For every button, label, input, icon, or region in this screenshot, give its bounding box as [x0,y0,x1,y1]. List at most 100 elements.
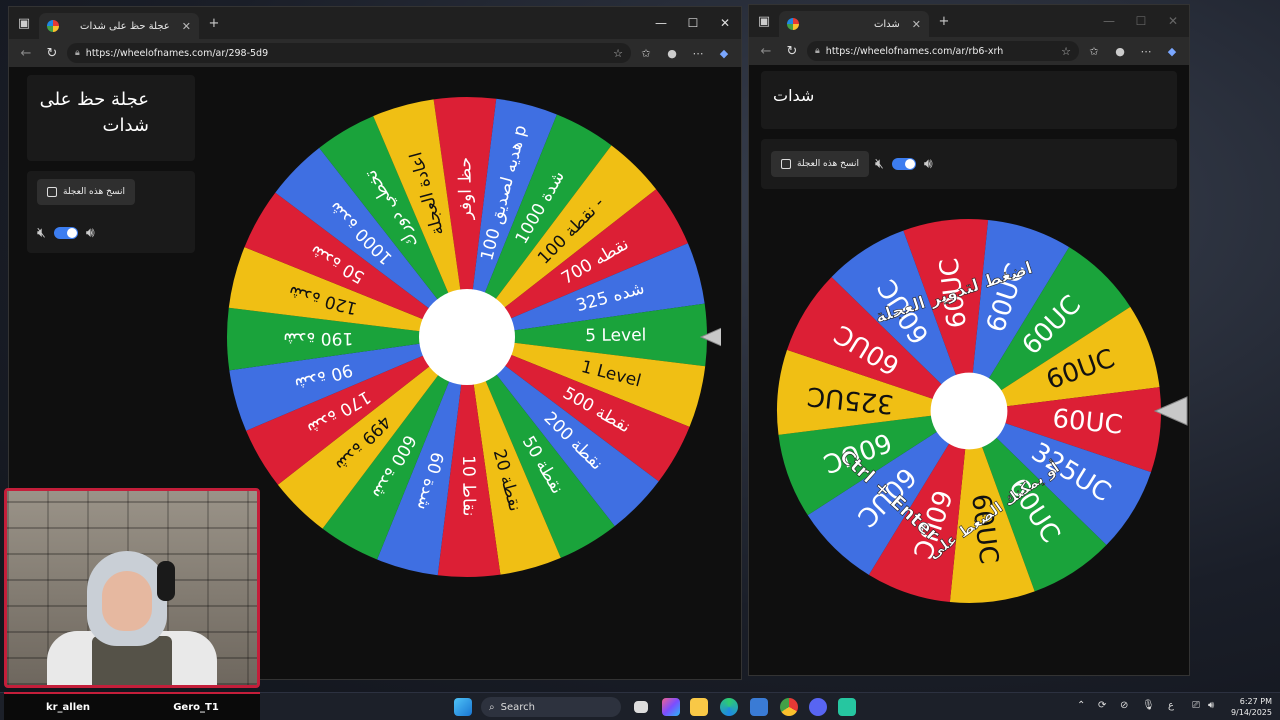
volume-icon[interactable]: 🔊︎ [924,156,933,172]
address-bar: ← ↻ 🔒︎ https://wheelofnames.com/ar/298-5… [9,39,741,67]
tray-volume-icon[interactable]: 🔊︎ [1208,700,1214,711]
favorites-icon[interactable]: ✩ [1083,45,1105,58]
sound-toggle[interactable] [891,158,916,170]
back-icon[interactable]: ← [15,46,37,61]
language-indicator[interactable]: ع [1168,700,1174,711]
minimize-icon[interactable]: — [1093,14,1125,28]
tab-active[interactable]: شدات ✕ [779,11,929,37]
back-icon[interactable]: ← [755,44,777,59]
wheel-title: شدات [773,86,815,105]
wheel-title: عجلة حظ على شدات [39,89,149,136]
new-tab-icon[interactable]: + [929,14,959,29]
copy-icon [781,159,791,169]
url-text: https://wheelofnames.com/ar/298-5d9 [85,47,269,59]
tray-chevron-icon[interactable]: ⌃ [1077,700,1085,711]
name-right: Gero_T1 [132,692,260,720]
tab-title: شدات [873,18,900,30]
maximize-icon[interactable]: ☐ [677,16,709,30]
edge-icon[interactable] [720,698,738,716]
favorite-star-icon[interactable]: ☆ [613,47,623,60]
wheel-slice-label: 5 Level [585,325,646,346]
tray-mic-icon[interactable]: 🎙︎ [1142,700,1155,711]
refresh-icon[interactable]: ↻ [781,44,803,59]
title-card: عجلة حظ على شدات [27,75,195,161]
search-icon: ⌕ [489,701,495,713]
menu-icon[interactable]: ⋯ [1135,45,1157,58]
favorite-star-icon[interactable]: ☆ [1061,45,1071,58]
wheel-left[interactable]: حظ اوفرهديه لصديق 100 p1000 شدةنقطة 100 … [221,91,721,591]
copilot-app-icon[interactable] [662,698,680,716]
clock-date: 9/14/2025 [1230,708,1272,717]
address-bar: ← ↻ 🔒︎ https://wheelofnames.com/ar/rb6-x… [749,37,1189,65]
clock-time: 6:27 PM [1239,697,1272,706]
copy-wheel-button[interactable]: انسخ هذه العجلة [37,179,135,205]
lock-icon: 🔒︎ [75,48,80,58]
wheel-center-button[interactable] [930,372,1008,450]
minimize-icon[interactable]: — [645,16,677,30]
sound-controls: 🔇︎ 🔊︎ [37,225,95,241]
title-bar: ▣ عجلة حظ على شدات ✕ + — ☐ ✕ [9,7,741,39]
app-icon[interactable] [838,698,856,716]
streamer-face [102,571,152,631]
title-bar: ▣ شدات ✕ + — ☐ ✕ [749,5,1189,37]
close-tab-icon[interactable]: ✕ [912,18,921,31]
maximize-icon[interactable]: ☐ [1125,14,1157,28]
sound-toggle[interactable] [53,227,78,239]
close-window-icon[interactable]: ✕ [709,16,741,30]
mute-icon[interactable]: 🔇︎ [37,225,46,241]
tray-app-icon[interactable]: ⟳ [1098,700,1106,711]
favorites-icon[interactable]: ✩ [635,47,657,60]
menu-icon[interactable]: ⋯ [687,47,709,60]
mute-icon[interactable]: 🔇︎ [875,156,884,172]
webcam-name-bar: kr_allen Gero_T1 [4,692,260,720]
wheel-center-button[interactable] [419,289,515,385]
sound-controls: 🔇︎ 🔊︎ [875,156,933,172]
url-field[interactable]: 🔒︎ https://wheelofnames.com/ar/298-5d9 ☆ [67,43,631,63]
page-content: شدات انسخ هذه العجلة 🔇︎ 🔊︎ 60UC 60UC 60UC 6… [749,65,1189,675]
profile-icon[interactable]: ● [1109,45,1131,58]
discord-icon[interactable] [809,698,827,716]
wheel-slice-label: حظ اوفر [455,157,476,221]
copy-icon [47,187,57,197]
new-tab-icon[interactable]: + [199,16,229,31]
title-card: شدات [761,71,1177,129]
copilot-icon[interactable]: ◆ [1161,45,1183,58]
tray-network-icon[interactable]: ⊘ [1120,700,1128,711]
copilot-icon[interactable]: ◆ [713,47,735,60]
search-label: Search [500,701,535,713]
tab-actions-icon[interactable]: ▣ [9,16,39,31]
close-window-icon[interactable]: ✕ [1157,14,1189,28]
volume-icon[interactable]: 🔊︎ [86,225,95,241]
tray-display-icon[interactable]: ⎚ [1192,700,1200,711]
favicon-icon [787,18,799,30]
wheel-right[interactable]: 60UC 60UC60UC60UC60UC325UC60UC60UC60UC60U… [769,211,1189,611]
close-tab-icon[interactable]: ✕ [182,20,191,33]
taskbar-search[interactable]: ⌕ Search [481,697,621,717]
store-icon[interactable] [750,698,768,716]
copy-wheel-button[interactable]: انسخ هذه العجلة [771,151,869,177]
tab-title: عجلة حظ على شدات [80,20,170,32]
url-field[interactable]: 🔒︎ https://wheelofnames.com/ar/rb6-xrh ☆ [807,41,1079,61]
headphone-icon [157,561,175,601]
name-left: kr_allen [4,692,132,720]
url-text: https://wheelofnames.com/ar/rb6-xrh [825,45,1004,57]
controls-card: انسخ هذه العجلة 🔇︎ 🔊︎ [761,139,1177,189]
tab-actions-icon[interactable]: ▣ [749,14,779,29]
copy-button-label: انسخ هذه العجلة [797,159,859,169]
refresh-icon[interactable]: ↻ [41,46,63,61]
wheel-slice-label: 10 نقاط [458,455,479,516]
controls-card: انسخ هذه العجلة 🔇︎ 🔊︎ [27,171,195,253]
system-clock[interactable]: 6:27 PM 9/14/2025 [1231,696,1272,718]
profile-icon[interactable]: ● [661,47,683,60]
file-explorer-icon[interactable] [690,698,708,716]
copy-button-label: انسخ هذه العجلة [63,187,125,197]
webcam-overlay [4,488,260,688]
wheel-slice-label: 190 شدة [283,328,353,349]
tab-active[interactable]: عجلة حظ على شدات ✕ [39,13,199,39]
start-icon[interactable] [454,698,472,716]
browser-window-right: ▣ شدات ✕ + — ☐ ✕ ← ↻ 🔒︎ https://wheelofn… [748,4,1190,676]
lock-icon: 🔒︎ [815,46,820,56]
task-view-icon[interactable] [634,701,648,713]
favicon-icon [47,20,59,32]
chrome-icon[interactable] [780,698,798,716]
